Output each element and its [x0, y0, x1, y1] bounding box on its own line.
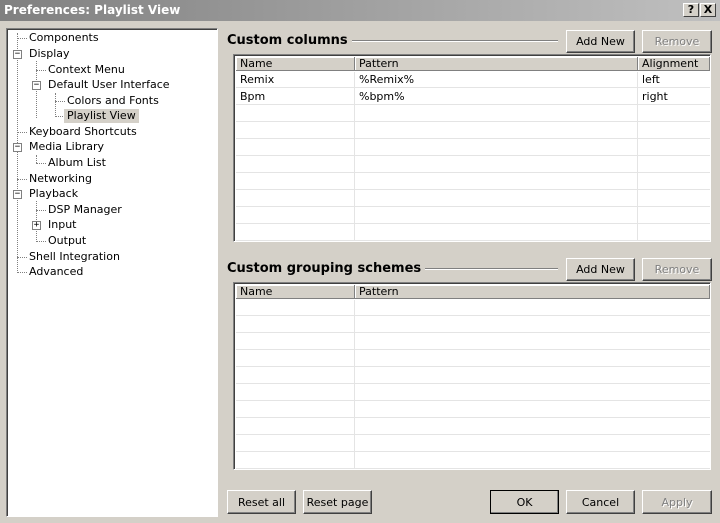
preferences-window: Preferences: Playlist View ? X − − − − +: [0, 0, 720, 523]
ok-button[interactable]: OK: [490, 490, 559, 514]
column-header-alignment[interactable]: Alignment: [638, 57, 710, 71]
tree-item-dsp-manager[interactable]: DSP Manager: [48, 203, 122, 217]
empty-row: [236, 225, 710, 241]
expand-icon[interactable]: +: [32, 221, 41, 230]
add-grouping-button[interactable]: Add New: [566, 258, 635, 281]
column-header-pattern[interactable]: Pattern: [355, 57, 638, 71]
collapse-icon[interactable]: −: [13, 143, 22, 152]
cell-alignment: left: [642, 73, 660, 86]
cell-alignment: right: [642, 90, 668, 103]
custom-columns-list[interactable]: Name Pattern Alignment Remix %Remix% lef…: [233, 54, 711, 242]
custom-grouping-list[interactable]: Name Pattern: [233, 282, 711, 470]
empty-row: [236, 334, 710, 350]
empty-row: [236, 208, 710, 224]
custom-columns-title: Custom columns: [227, 33, 352, 49]
empty-row: [236, 368, 710, 384]
tree-item-playback[interactable]: Playback: [29, 187, 78, 201]
tree-guide: [36, 163, 46, 164]
tree-item-shell-integration[interactable]: Shell Integration: [29, 250, 120, 264]
cancel-button[interactable]: Cancel: [566, 490, 635, 514]
tree-guide: [17, 179, 27, 180]
empty-row: [236, 157, 710, 173]
tree-item-advanced[interactable]: Advanced: [29, 265, 83, 279]
table-row[interactable]: Remix %Remix% left: [236, 72, 710, 88]
empty-row: [236, 419, 710, 435]
tree-item-output[interactable]: Output: [48, 234, 86, 248]
help-button[interactable]: ?: [683, 3, 699, 17]
tree-guide: [17, 132, 27, 133]
empty-row: [236, 300, 710, 316]
collapse-icon[interactable]: −: [13, 190, 22, 199]
window-title: Preferences: Playlist View: [4, 3, 181, 17]
tree-item-input[interactable]: Input: [48, 218, 76, 232]
remove-grouping-button[interactable]: Remove: [642, 258, 712, 281]
close-button[interactable]: X: [700, 3, 716, 17]
empty-row: [236, 123, 710, 139]
apply-button[interactable]: Apply: [642, 490, 712, 514]
custom-grouping-title: Custom grouping schemes: [227, 261, 426, 277]
preferences-tree[interactable]: − − − − + Components Display Context Men…: [6, 28, 218, 517]
empty-row: [236, 317, 710, 333]
empty-row: [236, 174, 710, 190]
tree-item-media-library[interactable]: Media Library: [29, 140, 104, 154]
remove-column-button[interactable]: Remove: [642, 30, 712, 53]
tree-guide: [55, 93, 56, 117]
column-header-name[interactable]: Name: [236, 285, 355, 299]
tree-item-display[interactable]: Display: [29, 47, 70, 61]
tree-guide: [36, 155, 37, 163]
cell-pattern: %Remix%: [359, 73, 415, 86]
reset-all-button[interactable]: Reset all: [227, 490, 296, 514]
tree-guide: [17, 257, 27, 258]
cell-name: Bpm: [240, 90, 266, 103]
empty-row: [236, 385, 710, 401]
tree-guide: [55, 101, 65, 102]
tree-guide: [17, 33, 18, 271]
empty-row: [236, 402, 710, 418]
empty-row: [236, 106, 710, 122]
tree-item-networking[interactable]: Networking: [29, 172, 92, 186]
collapse-icon[interactable]: −: [32, 81, 41, 90]
tree-item-components[interactable]: Components: [29, 31, 99, 45]
collapse-icon[interactable]: −: [13, 50, 22, 59]
tree-item-playlist-view[interactable]: Playlist View: [64, 109, 139, 123]
empty-row: [236, 191, 710, 207]
empty-row: [236, 436, 710, 452]
tree-item-keyboard-shortcuts[interactable]: Keyboard Shortcuts: [29, 125, 137, 139]
tree-item-default-user-interface[interactable]: Default User Interface: [48, 78, 170, 92]
tree-item-colors-and-fonts[interactable]: Colors and Fonts: [67, 94, 159, 108]
empty-row: [236, 453, 710, 469]
tree-item-context-menu[interactable]: Context Menu: [48, 63, 125, 77]
cell-name: Remix: [240, 73, 275, 86]
title-bar: Preferences: Playlist View: [0, 0, 720, 21]
empty-row: [236, 351, 710, 367]
reset-page-button[interactable]: Reset page: [303, 490, 372, 514]
tree-guide: [36, 70, 46, 71]
column-header-pattern[interactable]: Pattern: [355, 285, 710, 299]
tree-guide: [36, 210, 46, 211]
empty-row: [236, 140, 710, 156]
cell-pattern: %bpm%: [359, 90, 405, 103]
column-header-name[interactable]: Name: [236, 57, 355, 71]
table-row[interactable]: Bpm %bpm% right: [236, 89, 710, 105]
tree-guide: [17, 272, 27, 273]
tree-guide: [17, 38, 27, 39]
tree-guide: [36, 241, 46, 242]
tree-item-album-list[interactable]: Album List: [48, 156, 106, 170]
add-column-button[interactable]: Add New: [566, 30, 635, 53]
